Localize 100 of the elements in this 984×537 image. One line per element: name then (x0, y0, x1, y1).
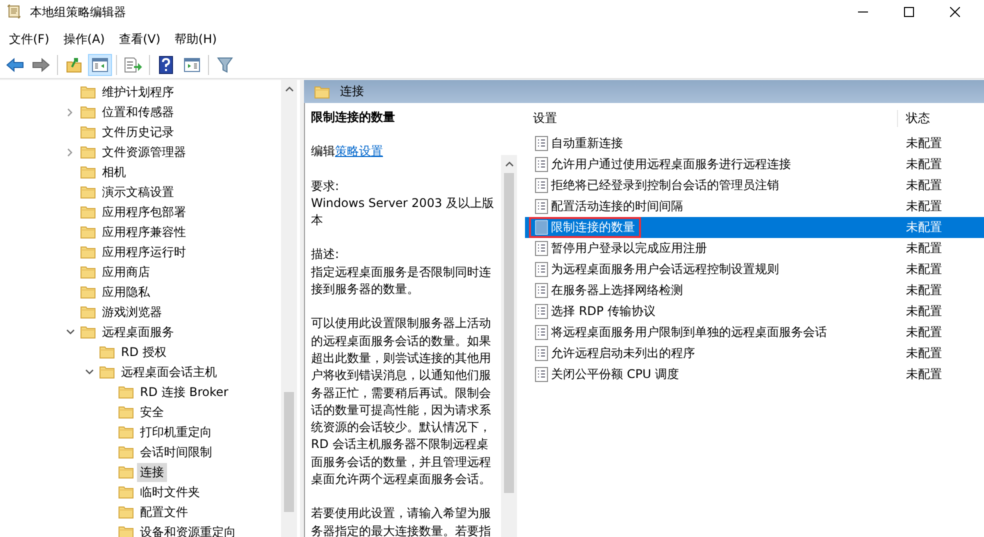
tree-item[interactable]: 相机 (99, 162, 129, 182)
policy-row[interactable]: 配置活动连接的时间间隔 未配置 (525, 196, 984, 217)
status-cell-text: 未配置 (905, 135, 943, 152)
folder-up-icon (66, 57, 82, 73)
tree-item[interactable]: RD 连接 Broker (137, 382, 232, 402)
tree-item[interactable]: 文件历史记录 (99, 122, 177, 142)
folder-icon (80, 185, 96, 199)
setting-icon (535, 178, 548, 193)
tree-item[interactable]: 会话时间限制 (137, 442, 215, 462)
menu-item[interactable]: 帮助(H) (167, 30, 224, 48)
help-icon (159, 56, 173, 74)
menu-item[interactable]: 操作(A) (56, 30, 112, 48)
menu-item[interactable]: 文件(F) (2, 30, 56, 48)
policy-settings-link[interactable]: 策略设置 (335, 144, 383, 158)
scrollbar[interactable] (281, 80, 297, 537)
chevron-right-icon[interactable] (67, 148, 73, 156)
scroll-up-icon[interactable] (284, 86, 294, 92)
folder-icon (80, 145, 96, 159)
setting-icon (535, 367, 548, 382)
scrollbar-thumb[interactable] (504, 173, 514, 493)
edit-label: 编辑 (311, 144, 335, 158)
setting-icon (535, 199, 548, 214)
column-header[interactable]: 设置 (525, 110, 897, 126)
chevron-down-icon[interactable] (84, 369, 94, 375)
chevron-right-icon[interactable] (67, 108, 73, 116)
policy-row[interactable]: 拒绝将已经登录到控制台会话的管理员注销 未配置 (525, 175, 984, 196)
tree-item[interactable]: 文件资源管理器 (99, 142, 189, 162)
setting-name: 选择 RDP 传输协议 (551, 303, 656, 320)
back-arrow-icon (6, 58, 24, 72)
column-header[interactable]: 状态 (897, 110, 972, 126)
policy-row[interactable]: 关闭公平份额 CPU 调度 未配置 (525, 364, 984, 385)
policy-row[interactable]: 自动重新连接 未配置 (525, 133, 984, 154)
setting-name: 为远程桌面服务用户会话远程控制设置规则 (551, 261, 779, 278)
tree-item[interactable]: 安全 (137, 402, 167, 422)
tree-item[interactable]: 远程桌面服务 (99, 322, 177, 342)
setting-icon (535, 157, 548, 172)
window-title: 本地组策略编辑器 (30, 4, 126, 20)
tree-item[interactable]: RD 授权 (118, 342, 170, 362)
policy-row[interactable]: 限制连接的数量 未配置 (525, 217, 984, 238)
tree-item[interactable]: 远程桌面会话主机 (118, 362, 220, 382)
header-folder-icon (314, 84, 330, 98)
policy-row[interactable]: 在服务器上选择网络检测 未配置 (525, 280, 984, 301)
menu-item[interactable]: 查看(V) (112, 30, 168, 48)
folder-icon (118, 525, 134, 537)
tree-item[interactable]: 设备和资源重定向 (137, 522, 239, 537)
folder-icon (118, 425, 134, 439)
status-cell-text: 未配置 (905, 345, 943, 362)
forward-arrow-icon (32, 58, 50, 72)
status-cell-text: 未配置 (905, 198, 943, 215)
chevron-down-icon[interactable] (66, 329, 74, 335)
setting-name: 将远程桌面服务用户限制到单独的远程桌面服务会话 (551, 324, 827, 341)
tree-pane-icon (92, 58, 108, 72)
tree-item[interactable]: 应用程序包部署 (99, 202, 189, 222)
folder-icon (80, 265, 96, 279)
tree-item[interactable]: 游戏浏览器 (99, 302, 165, 322)
pane-title: 连接 (340, 83, 364, 100)
action-pane-icon (184, 58, 200, 72)
tree-item[interactable]: 维护计划程序 (99, 82, 177, 102)
tree-item[interactable]: 应用隐私 (99, 282, 153, 302)
policy-row[interactable]: 允许用户通过使用远程桌面服务进行远程连接 未配置 (525, 154, 984, 175)
folder-icon (80, 105, 96, 119)
tree-item[interactable]: 临时文件夹 (137, 482, 203, 502)
policy-row[interactable]: 允许远程启动未列出的程序 未配置 (525, 343, 984, 364)
setting-name: 暂停用户登录以完成应用注册 (551, 240, 707, 257)
description-paragraph: 指定远程桌面服务是否限制同时连接到服务器的数量。 (311, 264, 492, 298)
folder-icon (80, 205, 96, 219)
setting-name: 在服务器上选择网络检测 (551, 282, 683, 299)
policy-row[interactable]: 将远程桌面服务用户限制到单独的远程桌面服务会话 未配置 (525, 322, 984, 343)
scrollbar-thumb[interactable] (284, 392, 294, 512)
export-list-icon (124, 57, 142, 73)
tree-item[interactable]: 连接 (137, 462, 167, 482)
setting-icon (535, 325, 548, 340)
policy-row[interactable]: 暂停用户登录以完成应用注册 未配置 (525, 238, 984, 259)
requirements-label: 要求: (311, 178, 340, 195)
folder-icon (118, 445, 134, 459)
status-cell-text: 未配置 (905, 177, 943, 194)
policy-row[interactable]: 选择 RDP 传输协议 未配置 (525, 301, 984, 322)
policy-title: 限制连接的数量 (311, 109, 396, 126)
folder-icon (80, 285, 96, 299)
status-cell-text: 未配置 (905, 324, 943, 341)
folder-icon (99, 365, 115, 379)
folder-icon (80, 325, 96, 339)
setting-icon (535, 136, 548, 151)
tree-item[interactable]: 位置和传感器 (99, 102, 177, 122)
status-cell-text: 未配置 (905, 261, 943, 278)
tree-item[interactable]: 演示文稿设置 (99, 182, 177, 202)
setting-icon (535, 283, 548, 298)
description-paragraph: 可以使用此设置限制服务器上活动的远程桌面服务会话的数量。如果超出此数量，则尝试连接的其他用户将收到错误消息，以通知他们服务器正忙，需要稍后再试。限制会话的数量可提高性能，因为请求系统资源的会话较少。默认情况下，RD 会话主机服务器不限制远程桌面服务会话的数量，并且管理远程桌面允许两个远程桌面服务会话。 (311, 315, 492, 488)
policy-row[interactable]: 为远程桌面服务用户会话远程控制设置规则 未配置 (525, 259, 984, 280)
tree-item[interactable]: 应用程序运行时 (99, 242, 189, 262)
tree-item[interactable]: 应用程序兼容性 (99, 222, 189, 242)
status-cell-text: 未配置 (905, 240, 943, 257)
setting-icon (535, 241, 548, 256)
tree-item[interactable]: 配置文件 (137, 502, 191, 522)
tree-item[interactable]: 打印机重定向 (137, 422, 215, 442)
description-paragraph: 若要使用此设置，请输入希望为服务器指定的最大连接数量。若要指 (311, 505, 492, 537)
tree-item[interactable]: 应用商店 (99, 262, 153, 282)
scroll-up-icon[interactable] (504, 161, 514, 167)
scrollbar[interactable] (501, 155, 517, 537)
folder-icon (99, 345, 115, 359)
